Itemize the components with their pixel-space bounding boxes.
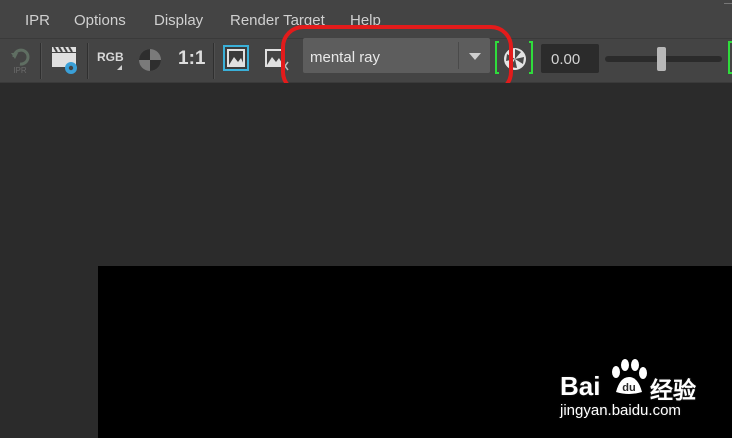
rgb-channel-button[interactable]: RGB: [97, 50, 124, 64]
keyable-bracket-right: [529, 41, 533, 74]
toolbar-separator: [40, 43, 42, 79]
ipr-label: IPR: [13, 66, 27, 75]
menubar-edge: [724, 3, 732, 10]
exposure-value: 0.00: [551, 51, 581, 68]
watermark-brand-left: Bai: [560, 371, 601, 401]
menu-options[interactable]: Options: [74, 12, 126, 29]
toolbar-separator: [213, 43, 215, 79]
menu-ipr[interactable]: IPR: [25, 12, 50, 29]
keyable-bracket-next: [728, 41, 732, 74]
ipr-refresh-icon[interactable]: IPR: [6, 43, 34, 75]
frame-image-icon[interactable]: [223, 45, 249, 71]
toolbar-separator: [87, 43, 89, 79]
svg-text:du: du: [622, 382, 635, 394]
exposure-field[interactable]: 0.00: [541, 44, 599, 73]
paw-logo-icon: du: [608, 358, 648, 398]
real-size-button[interactable]: 1:1: [178, 48, 205, 70]
watermark-url: jingyan.baidu.com: [560, 402, 681, 419]
rgb-dropdown-icon: [117, 65, 122, 70]
display-mode-icon[interactable]: [137, 47, 163, 73]
menu-display[interactable]: Display: [154, 12, 203, 29]
render-settings-icon[interactable]: [50, 43, 80, 75]
exposure-slider-thumb[interactable]: [656, 47, 666, 71]
watermark-brand-right: 经验: [650, 377, 696, 403]
